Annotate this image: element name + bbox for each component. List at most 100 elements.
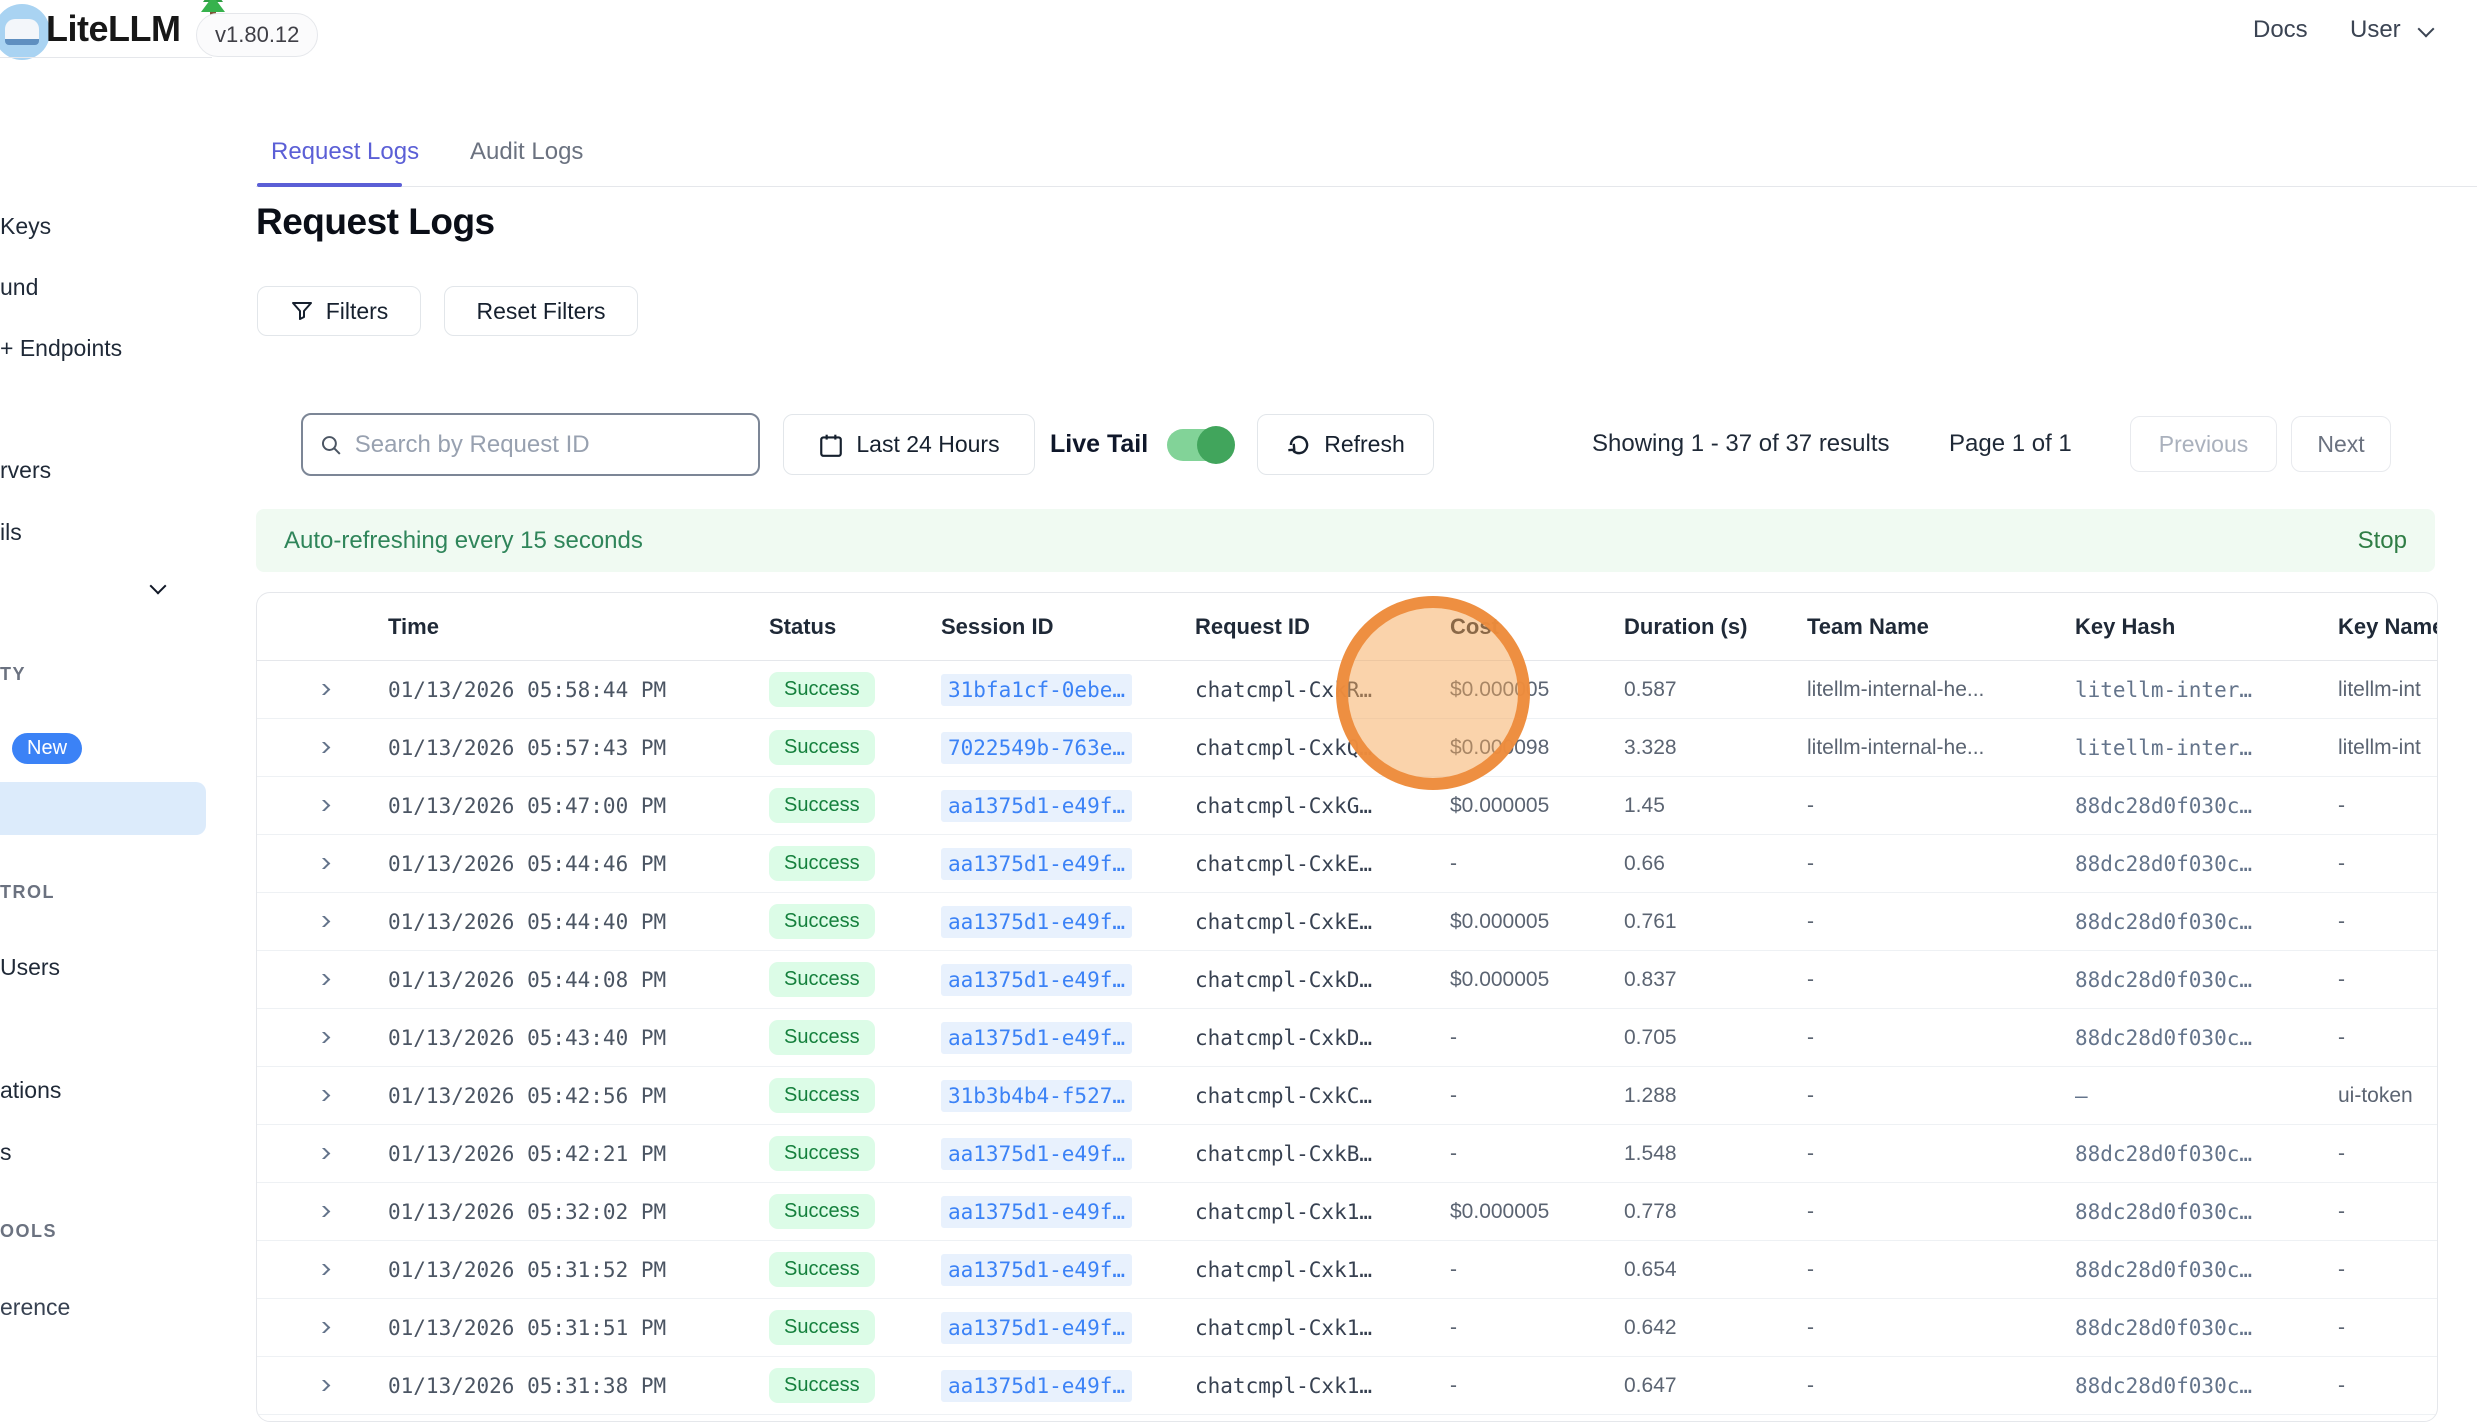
cell-cost: $0.000005 — [1450, 968, 1624, 992]
session-id-link[interactable]: 31bfa1cf-0ebe… — [941, 674, 1132, 706]
search-input[interactable] — [355, 431, 742, 459]
row-expander[interactable] — [257, 1206, 388, 1217]
cell-request-id: chatcmpl-CxkG… — [1195, 794, 1450, 818]
session-id-link[interactable]: aa1375d1-e49f… — [941, 1196, 1132, 1228]
row-expander[interactable] — [257, 1032, 388, 1043]
cell-time: 01/13/2026 05:44:46 PM — [388, 852, 769, 876]
session-id-link[interactable]: 31b3b4b4-f527… — [941, 1080, 1132, 1112]
cell-status: Success — [769, 730, 941, 765]
column-time: Time — [388, 614, 769, 640]
chevron-down-icon[interactable] — [2418, 21, 2435, 38]
row-expander[interactable] — [257, 1264, 388, 1275]
session-id-link[interactable]: aa1375d1-e49f… — [941, 964, 1132, 996]
cell-duration: 1.45 — [1624, 794, 1807, 818]
table-row[interactable]: 01/13/2026 05:44:40 PM Success aa1375d1-… — [257, 893, 2437, 951]
session-id-link[interactable]: aa1375d1-e49f… — [941, 1370, 1132, 1402]
refresh-button[interactable]: Refresh — [1257, 414, 1434, 475]
reset-filters-button[interactable]: Reset Filters — [444, 286, 638, 336]
table-row[interactable]: 01/13/2026 05:32:02 PM Success aa1375d1-… — [257, 1183, 2437, 1241]
table-row[interactable]: 01/13/2026 05:31:52 PM Success aa1375d1-… — [257, 1241, 2437, 1299]
table-row[interactable]: 01/13/2026 05:43:40 PM Success aa1375d1-… — [257, 1009, 2437, 1067]
filters-button[interactable]: Filters — [257, 286, 421, 336]
next-button[interactable]: Next — [2291, 416, 2391, 472]
docs-link[interactable]: Docs — [2253, 16, 2308, 44]
table-row[interactable]: 01/13/2026 05:44:46 PM Success aa1375d1-… — [257, 835, 2437, 893]
live-tail-label: Live Tail — [1050, 430, 1148, 459]
cell-team-name: - — [1807, 968, 2075, 992]
cell-session-id: aa1375d1-e49f… — [941, 1370, 1195, 1402]
session-id-link[interactable]: aa1375d1-e49f… — [941, 848, 1132, 880]
row-expander[interactable] — [257, 1148, 388, 1159]
sidebar-item-servers[interactable]: rvers — [0, 457, 51, 484]
previous-label: Previous — [2159, 431, 2248, 458]
sidebar-item-logs-selected[interactable] — [0, 782, 206, 835]
cell-request-id: chatcmpl-CxkB… — [1195, 1142, 1450, 1166]
session-id-link[interactable]: aa1375d1-e49f… — [941, 906, 1132, 938]
new-badge: New — [12, 733, 82, 764]
tab-audit-logs[interactable]: Audit Logs — [470, 138, 583, 166]
cell-key-hash: 88dc28d0f030c… — [2075, 1258, 2338, 1282]
previous-button[interactable]: Previous — [2130, 416, 2277, 472]
sidebar-item-teams[interactable]: s — [0, 1139, 12, 1166]
session-id-link[interactable]: aa1375d1-e49f… — [941, 1254, 1132, 1286]
table-row[interactable]: 01/13/2026 05:44:08 PM Success aa1375d1-… — [257, 951, 2437, 1009]
table-row[interactable]: 01/13/2026 05:42:21 PM Success aa1375d1-… — [257, 1125, 2437, 1183]
row-expander[interactable] — [257, 742, 388, 753]
chevron-right-icon — [315, 1090, 331, 1101]
row-expander[interactable] — [257, 1380, 388, 1391]
row-expander[interactable] — [257, 858, 388, 869]
table-row[interactable]: 01/13/2026 05:58:44 PM Success 31bfa1cf-… — [257, 661, 2437, 719]
status-badge: Success — [769, 1136, 875, 1171]
sidebar-item-playground[interactable]: und — [0, 274, 38, 301]
row-expander[interactable] — [257, 1322, 388, 1333]
sidebar-item-guardrails[interactable]: ils — [0, 519, 22, 546]
status-badge: Success — [769, 1078, 875, 1113]
sidebar-section-observability: TY — [0, 664, 26, 685]
cell-key-hash: 88dc28d0f030c… — [2075, 1142, 2338, 1166]
session-id-link[interactable]: aa1375d1-e49f… — [941, 790, 1132, 822]
search-request-id-box[interactable] — [301, 413, 760, 476]
user-menu[interactable]: User — [2350, 16, 2401, 44]
filters-button-label: Filters — [326, 298, 389, 325]
cell-cost: $0.000005 — [1450, 910, 1624, 934]
row-expander[interactable] — [257, 974, 388, 985]
cell-team-name: - — [1807, 1200, 2075, 1224]
cell-key-name: - — [2338, 1258, 2437, 1282]
cell-request-id: chatcmpl-Cxk1… — [1195, 1200, 1450, 1224]
stop-auto-refresh-link[interactable]: Stop — [2358, 527, 2407, 555]
table-row[interactable]: 01/13/2026 05:47:00 PM Success aa1375d1-… — [257, 777, 2437, 835]
table-row[interactable]: 01/13/2026 05:57:43 PM Success 7022549b-… — [257, 719, 2437, 777]
version-badge: v1.80.12 — [196, 13, 318, 57]
sidebar-item-api-reference[interactable]: erence — [0, 1294, 70, 1321]
page-indicator: Page 1 of 1 — [1949, 430, 2072, 458]
time-range-button[interactable]: Last 24 Hours — [783, 414, 1035, 475]
cell-key-hash: 88dc28d0f030c… — [2075, 1026, 2338, 1050]
session-id-link[interactable]: 7022549b-763e… — [941, 732, 1132, 764]
sidebar-item-keys[interactable]: Keys — [0, 213, 51, 240]
column-duration: Duration (s) — [1624, 614, 1807, 640]
cell-key-name: - — [2338, 910, 2437, 934]
tabs-divider — [256, 186, 2477, 187]
row-expander[interactable] — [257, 1090, 388, 1101]
tab-request-logs[interactable]: Request Logs — [271, 138, 419, 166]
row-expander[interactable] — [257, 800, 388, 811]
cell-key-hash: – — [2075, 1084, 2338, 1108]
row-expander[interactable] — [257, 684, 388, 695]
cell-key-hash: 88dc28d0f030c… — [2075, 1316, 2338, 1340]
sidebar-item-models-endpoints[interactable]: + Endpoints — [0, 335, 122, 362]
cell-key-name: ui-token — [2338, 1084, 2437, 1108]
sidebar-item-organizations[interactable]: ations — [0, 1077, 61, 1104]
table-row[interactable]: 01/13/2026 05:31:51 PM Success aa1375d1-… — [257, 1299, 2437, 1357]
session-id-link[interactable]: aa1375d1-e49f… — [941, 1138, 1132, 1170]
table-row[interactable]: 01/13/2026 05:42:56 PM Success 31b3b4b4-… — [257, 1067, 2437, 1125]
session-id-link[interactable]: aa1375d1-e49f… — [941, 1022, 1132, 1054]
table-row[interactable]: 01/13/2026 05:31:38 PM Success aa1375d1-… — [257, 1357, 2437, 1415]
sidebar-collapse-chevron-icon[interactable] — [150, 578, 167, 595]
sidebar-item-internal-users[interactable]: Users — [0, 954, 60, 981]
live-tail-toggle[interactable] — [1167, 429, 1233, 461]
row-expander[interactable] — [257, 916, 388, 927]
brand-title: LiteLLM — [46, 8, 180, 50]
cell-duration: 0.705 — [1624, 1026, 1807, 1050]
session-id-link[interactable]: aa1375d1-e49f… — [941, 1312, 1132, 1344]
chevron-right-icon — [315, 1264, 331, 1275]
